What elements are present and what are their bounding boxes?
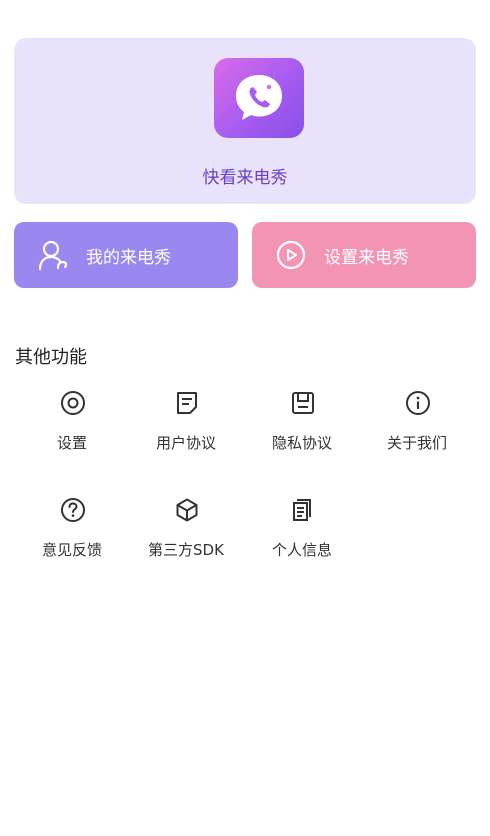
feature-label: 意见反馈: [41, 541, 102, 559]
my-call-shows-label: 我的来电秀: [86, 248, 171, 268]
settings-icon: [61, 391, 85, 415]
document-icon: [177, 392, 197, 414]
feature-about-us[interactable]: 关于我们: [362, 390, 472, 460]
copy-document-icon: [293, 499, 311, 521]
feature-label: 用户协议: [155, 434, 216, 452]
save-icon: [292, 392, 314, 414]
feature-privacy-policy[interactable]: 隐私协议: [247, 390, 357, 460]
app-name: 快看来电秀: [202, 168, 288, 188]
play-circle-icon: [276, 240, 306, 270]
user-icon: [38, 240, 68, 271]
feature-user-agreement[interactable]: 用户协议: [131, 390, 241, 460]
feature-label: 隐私协议: [271, 434, 332, 452]
question-icon: [61, 498, 85, 522]
feature-label: 个人信息: [271, 541, 332, 559]
app-header-card: 快看来电秀: [14, 38, 476, 204]
cube-icon: [176, 498, 198, 522]
my-call-shows-button[interactable]: 我的来电秀: [14, 222, 238, 288]
info-icon: [406, 391, 430, 415]
section-title-other-features: 其他功能: [15, 347, 87, 368]
feature-label: 关于我们: [386, 434, 447, 452]
feature-third-party-sdk[interactable]: 第三方SDK: [131, 497, 241, 567]
feature-label: 第三方SDK: [148, 541, 224, 559]
feature-label: 设置: [56, 434, 87, 452]
feature-personal-info[interactable]: 个人信息: [247, 497, 357, 567]
set-call-show-label: 设置来电秀: [324, 248, 409, 268]
app-logo-icon: [214, 58, 304, 138]
set-call-show-button[interactable]: 设置来电秀: [252, 222, 476, 288]
feature-settings[interactable]: 设置: [17, 390, 127, 460]
feature-feedback[interactable]: 意见反馈: [17, 497, 127, 567]
